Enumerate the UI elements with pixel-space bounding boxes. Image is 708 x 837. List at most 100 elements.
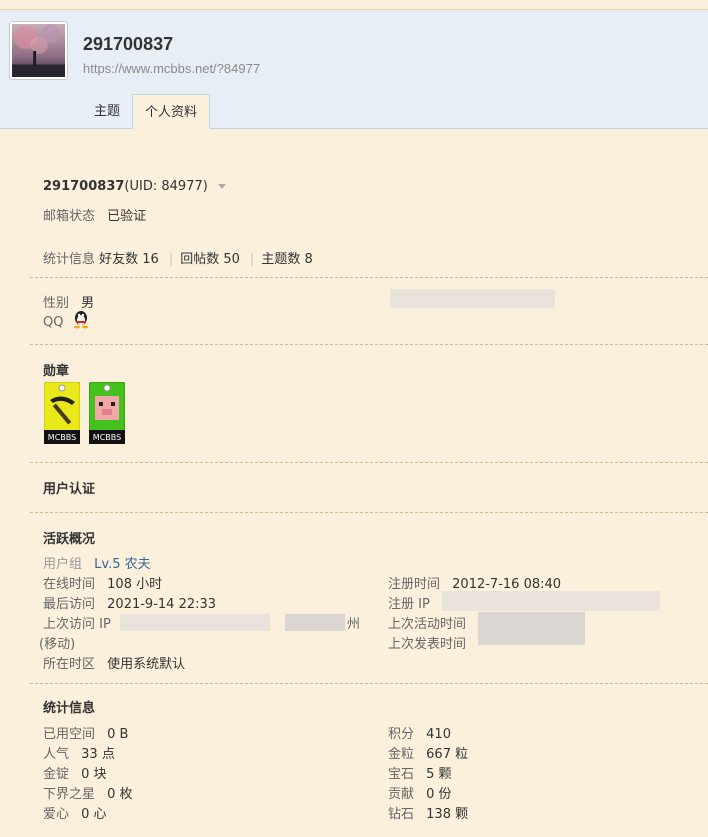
redacted-field [285, 614, 345, 631]
last-visit-label: 最后访问 [43, 597, 96, 612]
stat-value: 667 粒 [426, 747, 469, 762]
friends-count-link[interactable]: 好友数 16 [99, 252, 159, 267]
divider: | [249, 252, 255, 267]
stat-row: 积分 410 [388, 723, 451, 742]
activity-title: 活跃概况 [43, 532, 96, 547]
redacted-field [478, 612, 585, 645]
stats-summary-label: 统计信息 [43, 252, 96, 267]
register-ip-label: 注册 IP [388, 597, 430, 612]
pig-badge-icon[interactable]: MCBBS [88, 381, 126, 445]
divider [30, 683, 708, 684]
stat-row: 已用空间 0 B [43, 723, 128, 742]
stat-label: 人气 [43, 747, 70, 762]
divider [30, 344, 708, 345]
stat-label: 爱心 [43, 807, 70, 822]
email-status-row: 邮箱状态 已验证 [43, 205, 146, 224]
timezone-value: 使用系统默认 [107, 657, 186, 672]
redacted-field [120, 614, 270, 631]
last-post-label: 上次发表时间 [388, 637, 467, 652]
last-ip-row: 上次访问 IP [43, 613, 111, 632]
tab-bar: 主题 个人资料 [82, 94, 211, 129]
last-ip-carrier: (移动) [39, 637, 76, 652]
qq-row: QQ [43, 315, 63, 330]
stat-value: 5 颗 [426, 767, 452, 782]
stat-value: 0 心 [81, 807, 107, 822]
stat-row: 贡献 0 份 [388, 783, 452, 802]
stat-value: 0 块 [81, 767, 107, 782]
tab-threads[interactable]: 主题 [82, 94, 132, 128]
stat-label: 钻石 [388, 807, 415, 822]
stat-label: 下界之星 [43, 787, 96, 802]
profile-url[interactable]: https://www.mcbbs.net/?84977 [83, 61, 260, 76]
threads-count-link[interactable]: 主题数 8 [261, 252, 312, 267]
stats-summary-row: 统计信息 好友数 16 | 回帖数 50 | 主题数 8 [43, 248, 313, 267]
stat-row: 人气 33 点 [43, 743, 115, 762]
last-post-row: 上次发表时间 [388, 633, 466, 652]
divider [30, 277, 708, 278]
stat-label: 金锭 [43, 767, 70, 782]
online-time-label: 在线时间 [43, 577, 96, 592]
email-status-label: 邮箱状态 [43, 209, 96, 224]
svg-text:MCBBS: MCBBS [93, 433, 121, 442]
profile-name: 291700837 [43, 179, 125, 194]
usergroup-row: 用户组 Lv.5 农夫 [43, 553, 151, 572]
gender-label: 性别 [43, 296, 70, 311]
stat-row: 宝石 5 颗 [388, 763, 452, 782]
divider [30, 512, 708, 513]
last-active-row: 上次活动时间 [388, 613, 466, 632]
stat-value: 410 [426, 727, 451, 742]
stat-row: 爱心 0 心 [43, 803, 107, 822]
top-strip [0, 0, 708, 10]
stat-value: 0 份 [426, 787, 452, 802]
stat-row: 金粒 667 粒 [388, 743, 468, 762]
medals-title: 勋章 [43, 364, 70, 379]
profile-uid: (UID: 84977) [124, 179, 208, 194]
online-time-row: 在线时间 108 小时 [43, 573, 162, 592]
stat-label: 金粒 [388, 747, 415, 762]
profile-name-row: 291700837(UID: 84977) [43, 179, 226, 194]
usergroup-label: 用户组 [43, 557, 83, 572]
profile-header: 291700837 https://www.mcbbs.net/?84977 主… [0, 10, 708, 129]
avatar-image [12, 24, 65, 77]
redacted-field [442, 591, 660, 611]
verification-title: 用户认证 [43, 482, 96, 497]
stat-row: 金锭 0 块 [43, 763, 107, 782]
register-time-label: 注册时间 [388, 577, 441, 592]
stat-label: 积分 [388, 727, 415, 742]
register-ip-row: 注册 IP [388, 593, 430, 612]
last-visit-row: 最后访问 2021-9-14 22:33 [43, 593, 216, 612]
usergroup-value[interactable]: Lv.5 农夫 [94, 557, 150, 572]
stat-label: 宝石 [388, 767, 415, 782]
stat-value: 33 点 [81, 747, 115, 762]
replies-count-link[interactable]: 回帖数 50 [180, 252, 240, 267]
divider: | [168, 252, 174, 267]
email-status-value: 已验证 [107, 209, 147, 224]
divider [30, 462, 708, 463]
last-ip-suffix: 州 [347, 617, 361, 632]
stat-value: 138 颗 [426, 807, 469, 822]
stat-value: 0 枚 [107, 787, 133, 802]
last-visit-value: 2021-9-14 22:33 [107, 597, 217, 612]
qq-penguin-icon[interactable] [72, 309, 90, 329]
last-active-label: 上次活动时间 [388, 617, 467, 632]
register-time-row: 注册时间 2012-7-16 08:40 [388, 573, 561, 592]
stat-label: 贡献 [388, 787, 415, 802]
svg-text:MCBBS: MCBBS [48, 433, 76, 442]
timezone-label: 所在时区 [43, 657, 96, 672]
statistics-title: 统计信息 [43, 701, 96, 716]
last-ip-label: 上次访问 IP [43, 617, 111, 632]
stat-label: 已用空间 [43, 727, 96, 742]
chevron-down-icon[interactable] [217, 184, 226, 189]
pickaxe-badge-icon[interactable]: MCBBS [43, 381, 81, 445]
qq-label: QQ [43, 315, 64, 330]
redacted-field [390, 289, 555, 308]
stat-row: 钻石 138 颗 [388, 803, 468, 822]
page-title: 291700837 [83, 34, 174, 54]
tab-profile[interactable]: 个人资料 [132, 94, 211, 129]
avatar[interactable] [9, 21, 68, 80]
online-time-value: 108 小时 [107, 577, 163, 592]
register-time-value: 2012-7-16 08:40 [452, 577, 562, 592]
timezone-row: 所在时区 使用系统默认 [43, 653, 185, 672]
stat-value: 0 B [107, 727, 129, 742]
stat-row: 下界之星 0 枚 [43, 783, 133, 802]
